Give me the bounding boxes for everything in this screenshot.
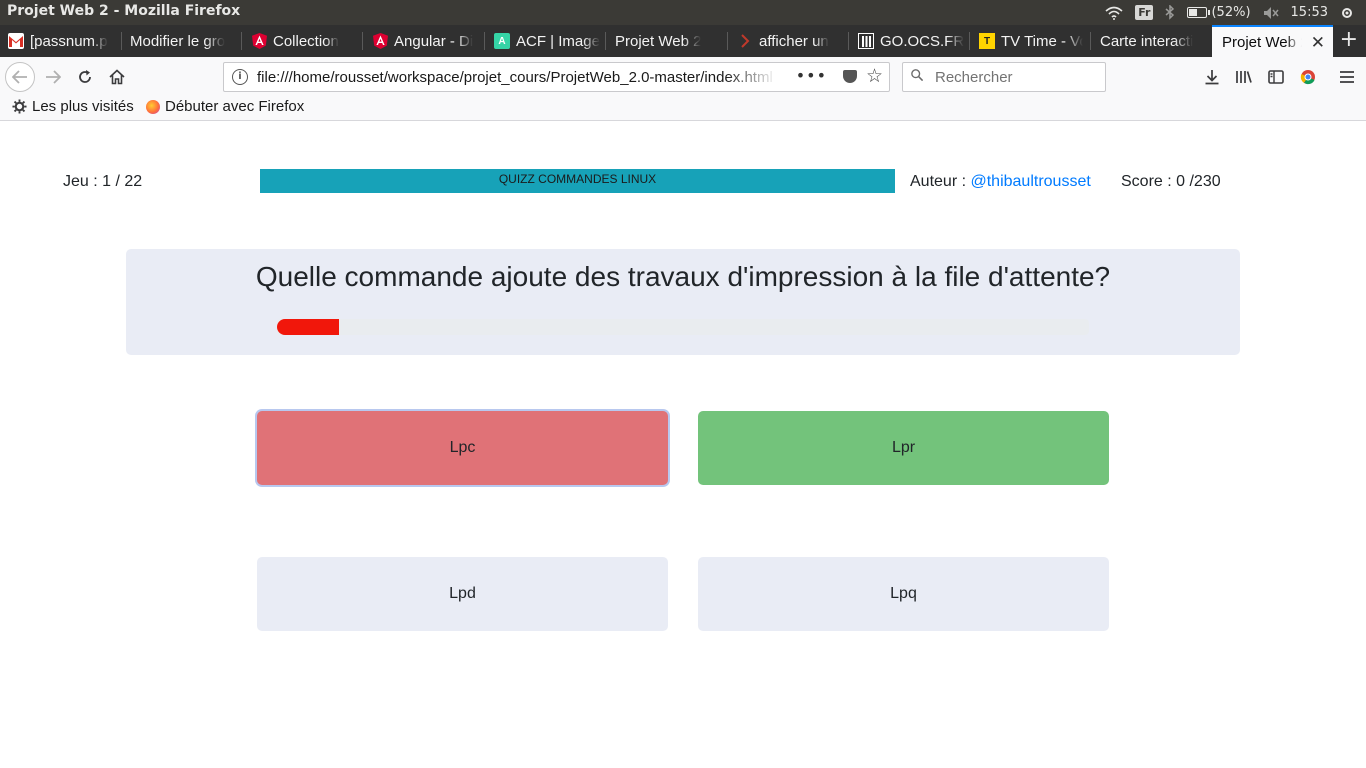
- battery-indicator[interactable]: (52%): [1187, 5, 1251, 20]
- answer-label: Lpc: [449, 439, 476, 456]
- chrome-extension-icon: [1300, 70, 1315, 85]
- tab-tv-time[interactable]: T TV Time - Vo: [979, 25, 1083, 57]
- tab-go-ocs[interactable]: GO.OCS.FR: [858, 25, 966, 57]
- downloads-button[interactable]: [1198, 63, 1226, 91]
- library-icon: [1236, 71, 1252, 83]
- extension-button[interactable]: [1294, 63, 1322, 91]
- page-actions-icon[interactable]: •••: [796, 66, 827, 85]
- bookmark-getting-started[interactable]: Débuter avec Firefox: [146, 98, 304, 115]
- volume-muted-icon[interactable]: [1263, 6, 1279, 20]
- acf-icon: A: [494, 33, 510, 49]
- author-link[interactable]: @thibaultrousset: [970, 173, 1090, 190]
- home-icon: [109, 69, 125, 85]
- answer-button-lpc[interactable]: Lpc: [257, 411, 668, 485]
- question-text: Quelle commande ajoute des travaux d'imp…: [255, 261, 1111, 292]
- author-label: Auteur :: [910, 173, 971, 190]
- search-icon: [911, 69, 923, 81]
- author-info: Auteur : @thibaultrousset: [910, 173, 1091, 191]
- tvtime-icon: T: [979, 33, 995, 49]
- gear-icon: [12, 99, 27, 114]
- reload-icon: [79, 70, 91, 83]
- bookmark-star-icon[interactable]: ☆: [866, 65, 883, 87]
- forward-arrow-icon: [46, 70, 61, 84]
- bluetooth-icon[interactable]: [1165, 5, 1175, 20]
- firefox-icon: [146, 99, 160, 114]
- pocket-icon[interactable]: [843, 70, 857, 83]
- bookmarks-toolbar: Les plus visités Débuter avec Firefox: [0, 97, 1366, 121]
- download-icon: [1205, 70, 1219, 85]
- library-button[interactable]: [1230, 63, 1258, 91]
- system-tray: Fr (52%) 15:53: [1105, 0, 1366, 25]
- sidebar-button[interactable]: [1262, 63, 1290, 91]
- tab-angular[interactable]: Angular - Di: [372, 25, 476, 57]
- search-bar[interactable]: Rechercher: [902, 62, 1106, 92]
- navigation-toolbar: i file:///home/rousset/workspace/projet_…: [0, 57, 1366, 97]
- tab-carte-interactive[interactable]: Carte interacti: [1100, 25, 1208, 57]
- quiz-page: Jeu : 1 / 22 QUIZZ COMMANDES LINUX Auteu…: [0, 121, 1366, 768]
- score-display: Score : 0 /230: [1121, 173, 1221, 190]
- url-text[interactable]: file:///home/rousset/workspace/projet_co…: [257, 69, 777, 86]
- system-top-bar: Projet Web 2 - Mozilla Firefox Fr (52%) …: [0, 0, 1366, 25]
- back-button[interactable]: [5, 62, 35, 92]
- tab-collection[interactable]: Collection: [251, 25, 359, 57]
- answer-button-lpq[interactable]: Lpq: [698, 557, 1109, 631]
- tab-acf-image[interactable]: A ACF | Image: [494, 25, 602, 57]
- tab-strip: [passnum.p Modifier le gro Collection An…: [0, 25, 1366, 57]
- menu-button[interactable]: [1333, 63, 1361, 91]
- close-tab-icon[interactable]: ✕: [1311, 33, 1325, 53]
- battery-percent: (52%): [1211, 5, 1251, 20]
- tab-modifier[interactable]: Modifier le gro: [130, 25, 234, 57]
- power-gear-icon[interactable]: [1340, 6, 1354, 20]
- tab-projet-web-2-active[interactable]: Projet Web 2 ✕: [1212, 25, 1333, 57]
- game-counter: Jeu : 1 / 22: [63, 173, 143, 190]
- tab-gmail[interactable]: [passnum.p: [8, 25, 120, 57]
- answer-button-lpd[interactable]: Lpd: [257, 557, 668, 631]
- stackoverflow-icon: [737, 33, 753, 49]
- wifi-icon[interactable]: [1105, 6, 1123, 20]
- bookmark-most-visited[interactable]: Les plus visités: [12, 98, 134, 115]
- angular-icon: [251, 33, 267, 49]
- answer-label: Lpr: [891, 439, 916, 456]
- answer-label: Lpq: [890, 585, 917, 602]
- answer-label: Lpd: [449, 585, 476, 602]
- tab-afficher[interactable]: afficher un: [737, 25, 841, 57]
- tab-projet-web-2[interactable]: Projet Web 2: [615, 25, 723, 57]
- search-placeholder: Rechercher: [935, 69, 1013, 86]
- battery-icon: [1187, 7, 1211, 18]
- window-title: Projet Web 2 - Mozilla Firefox: [7, 3, 241, 19]
- clock[interactable]: 15:53: [1291, 5, 1328, 20]
- back-arrow-icon: [12, 70, 27, 84]
- angular-icon: [372, 33, 388, 49]
- new-tab-button[interactable]: +: [1340, 28, 1358, 52]
- gmail-icon: [8, 33, 24, 49]
- url-bar[interactable]: i file:///home/rousset/workspace/projet_…: [223, 62, 890, 92]
- forward-button[interactable]: [39, 63, 67, 91]
- keyboard-layout-indicator[interactable]: Fr: [1135, 5, 1154, 20]
- ocs-icon: [858, 33, 874, 49]
- home-button[interactable]: [103, 63, 131, 91]
- question-card: Quelle commande ajoute des travaux d'imp…: [126, 249, 1240, 355]
- timer-progress-bar: [277, 319, 1089, 335]
- answer-button-lpr[interactable]: Lpr: [698, 411, 1109, 485]
- reload-button[interactable]: [71, 63, 99, 91]
- timer-progress-fill: [277, 319, 339, 335]
- sidebar-icon: [1268, 70, 1284, 84]
- hamburger-menu-icon: [1340, 71, 1354, 83]
- quiz-title-banner: QUIZZ COMMANDES LINUX: [260, 169, 895, 193]
- info-icon[interactable]: i: [232, 69, 248, 85]
